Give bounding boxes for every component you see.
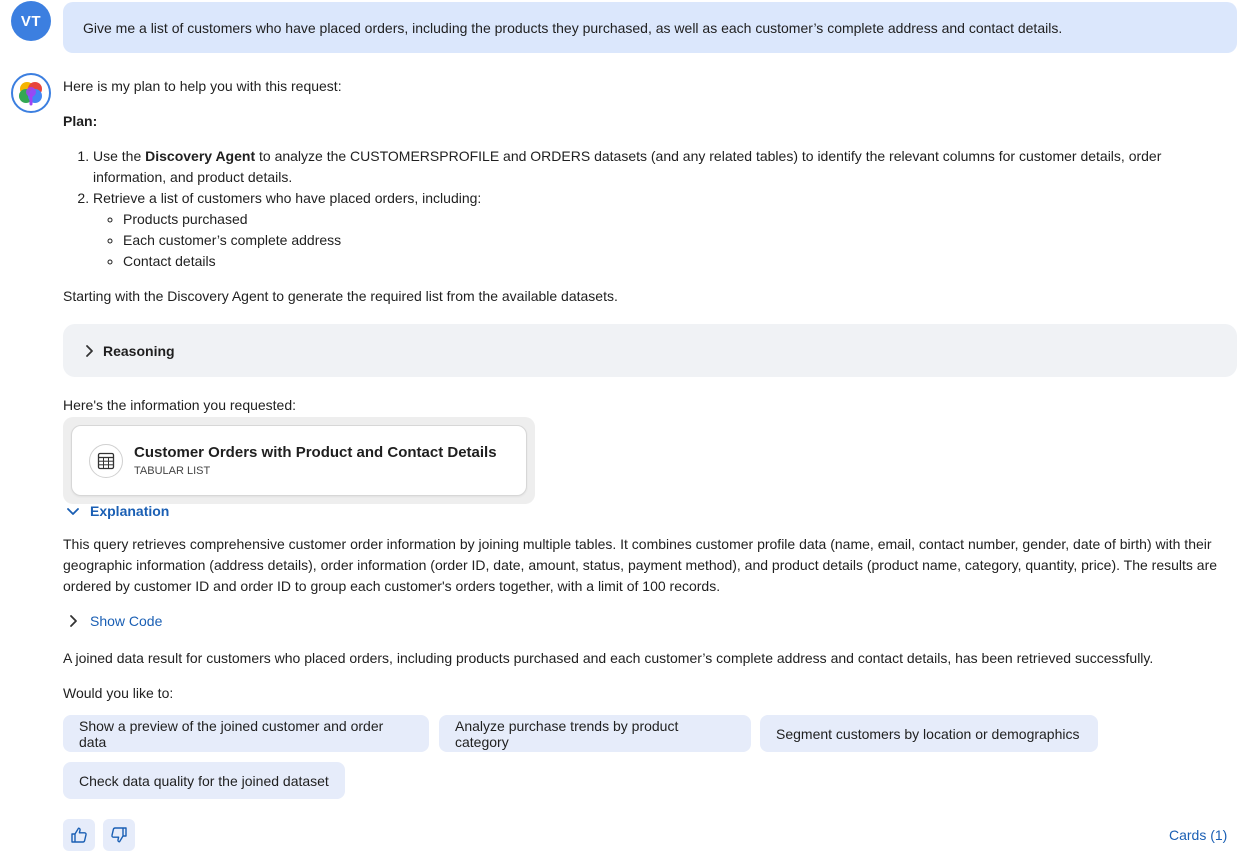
- suggestion-chip[interactable]: Segment customers by location or demogra…: [760, 715, 1098, 752]
- plan-step-1-prefix: Use the: [93, 148, 146, 164]
- explanation-toggle[interactable]: Explanation: [65, 503, 169, 519]
- intro-text: Here is my plan to help you with this re…: [63, 78, 342, 94]
- reasoning-label: Reasoning: [103, 342, 175, 359]
- plan-step-2-text: Retrieve a list of customers who have pl…: [93, 190, 482, 206]
- suggestion-chip[interactable]: Check data quality for the joined datase…: [63, 762, 345, 799]
- thumbs-down-icon: [111, 827, 127, 843]
- chevron-right-icon: [86, 344, 93, 357]
- chevron-down-icon: [67, 508, 79, 515]
- show-code-toggle[interactable]: Show Code: [65, 613, 162, 629]
- plan-steps: Use the Discovery Agent to analyze the C…: [93, 146, 1238, 272]
- card-title: Customer Orders with Product and Contact…: [134, 443, 497, 461]
- plan-step-2-sublist: Products purchased Each customer’s compl…: [123, 209, 1238, 272]
- suggestion-chip[interactable]: Show a preview of the joined customer an…: [63, 715, 429, 752]
- discovery-agent-label: Discovery Agent: [145, 148, 256, 164]
- thumbs-up-button[interactable]: [63, 819, 95, 851]
- result-card[interactable]: Customer Orders with Product and Contact…: [71, 425, 527, 496]
- user-message-text: Give me a list of customers who have pla…: [83, 19, 1063, 36]
- cards-link[interactable]: Cards (1): [1169, 827, 1227, 843]
- suggestion-chip[interactable]: Analyze purchase trends by product categ…: [439, 715, 751, 752]
- sublist-item: Each customer’s complete address: [123, 230, 1238, 251]
- plan-label: Plan:: [63, 113, 98, 129]
- thumbs-down-button[interactable]: [103, 819, 135, 851]
- show-code-label: Show Code: [90, 613, 163, 629]
- plan-step-2: Retrieve a list of customers who have pl…: [93, 188, 1238, 272]
- reasoning-toggle[interactable]: Reasoning: [63, 324, 1237, 377]
- explanation-label: Explanation: [90, 503, 170, 519]
- thumbs-up-icon: [71, 827, 87, 843]
- card-subtitle: TABULAR LIST: [134, 464, 211, 477]
- would-you-like-text: Would you like to:: [63, 685, 174, 701]
- brain-logo-icon: [19, 82, 42, 106]
- explanation-text: This query retrieves comprehensive custo…: [63, 536, 1218, 594]
- assistant-avatar: [11, 73, 51, 113]
- table-icon: [97, 452, 115, 469]
- chevron-right-icon: [70, 615, 77, 627]
- result-card-container: Customer Orders with Product and Contact…: [63, 417, 535, 504]
- starting-text: Starting with the Discovery Agent to gen…: [63, 288, 618, 304]
- card-icon-circle: [89, 443, 123, 478]
- result-text: A joined data result for customers who p…: [63, 650, 1154, 666]
- user-avatar: VT: [11, 1, 51, 41]
- plan-step-1: Use the Discovery Agent to analyze the C…: [93, 146, 1238, 188]
- sublist-item: Products purchased: [123, 209, 1238, 230]
- user-message: Give me a list of customers who have pla…: [63, 2, 1237, 53]
- sublist-item: Contact details: [123, 251, 1238, 272]
- info-line: Here's the information you requested:: [63, 397, 297, 413]
